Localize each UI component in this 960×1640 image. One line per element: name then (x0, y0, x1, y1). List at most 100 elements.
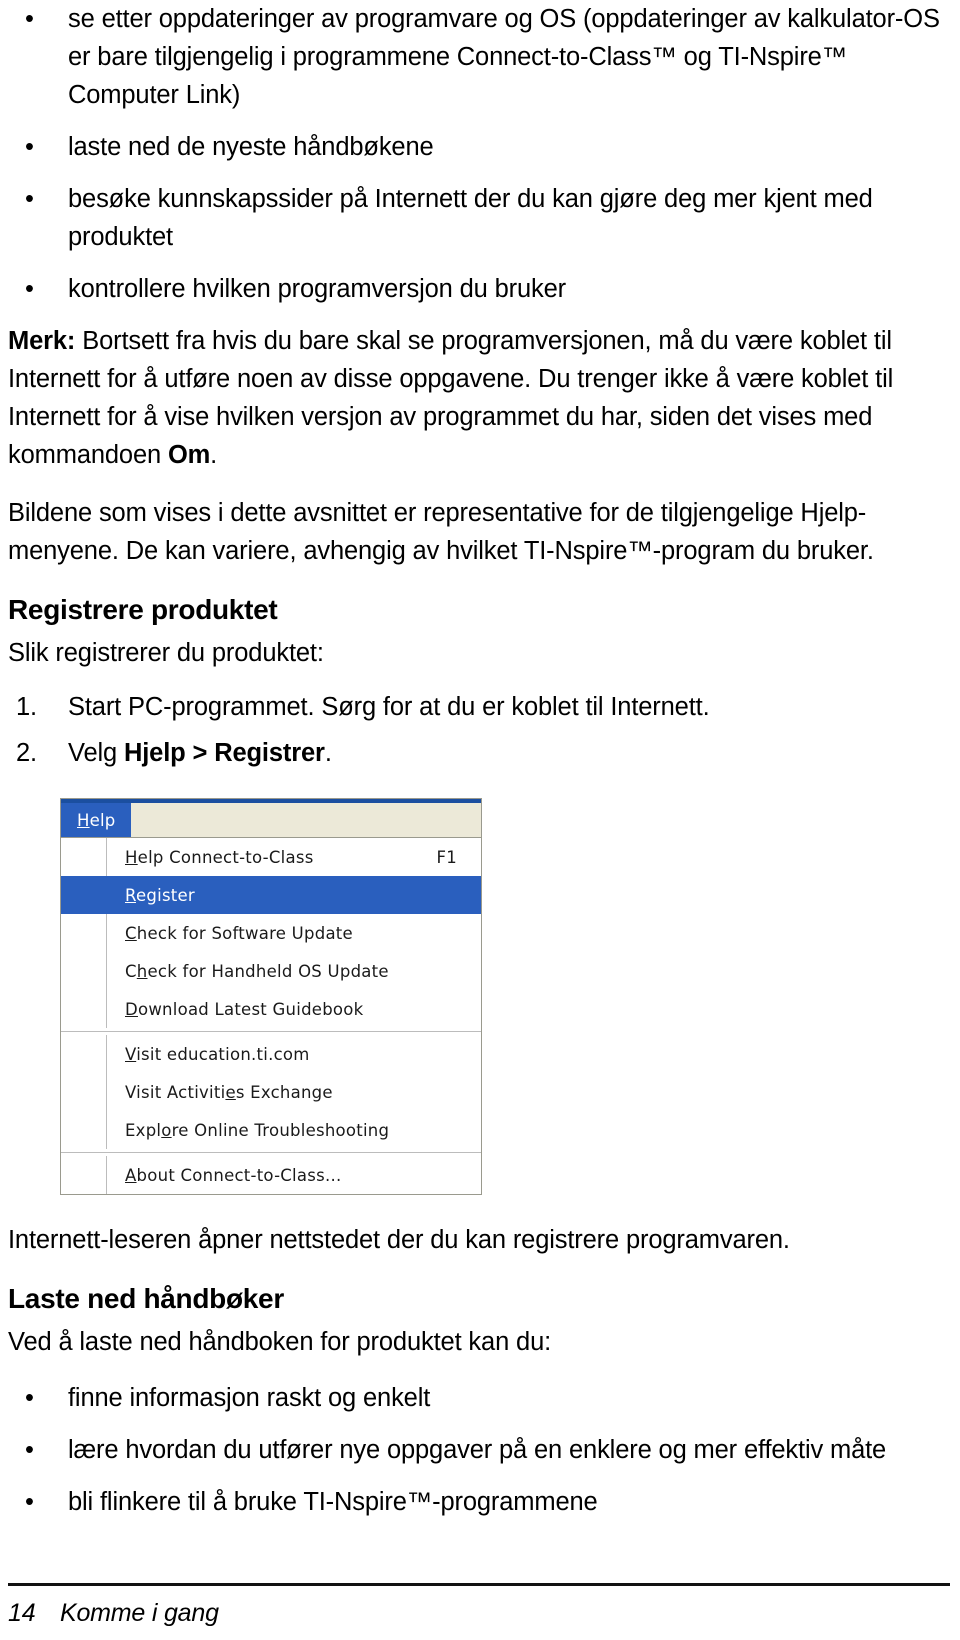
step-number: 1. (16, 693, 37, 721)
menu-icon-gutter (61, 1156, 107, 1194)
menu-bar: Help (61, 803, 481, 838)
menu-item-help-connect-to-class[interactable]: Help Connect-to-Class F1 (61, 838, 481, 876)
menu-mnemonic: R (125, 885, 136, 905)
step-menu-hjelp: Hjelp (123, 739, 186, 767)
menubar-help-mnemonic: H (77, 810, 90, 830)
bullet-dot: • (25, 185, 34, 213)
menu-item-register[interactable]: Register (61, 876, 481, 914)
menu-label-rest: elp Connect-to-Class (137, 847, 314, 867)
menu-mnemonic: H (125, 847, 138, 867)
help-dropdown-menu: Help Connect-to-Class F1 Register Check … (61, 838, 481, 1194)
list-item: 1. Start PC-programmet. Sørg for at du e… (8, 688, 950, 726)
menu-label-pre: Visit Activiti (125, 1082, 226, 1102)
step-text-prefix: Velg (68, 739, 124, 767)
menu-mnemonic: o (161, 1120, 172, 1140)
list-item: 2. Velg Hjelp > Registrer. (8, 734, 950, 772)
after-image-paragraph: Internett-leseren åpner nettstedet der d… (8, 1226, 790, 1254)
menu-label-rest: ownload Latest Guidebook (137, 999, 364, 1019)
bullet-dot: • (25, 1384, 34, 1412)
step-menu-registrer: Registrer (214, 739, 325, 767)
menu-label-rest: heck for Software Update (136, 923, 353, 943)
menu-item-download-latest-guidebook[interactable]: Download Latest Guidebook (61, 990, 481, 1028)
menu-item-label: Check for Software Update (107, 924, 457, 943)
note-command-om: Om (167, 441, 211, 469)
menu-item-label: Visit Activities Exchange (107, 1083, 457, 1102)
menu-item-check-for-handheld-os-update[interactable]: Check for Handheld OS Update (61, 952, 481, 990)
menu-item-label: Register (107, 886, 457, 905)
note-label: Merk: (8, 327, 76, 355)
step-number: 2. (16, 739, 37, 767)
menu-item-label: Help Connect-to-Class (107, 848, 437, 867)
menu-item-explore-online-troubleshooting[interactable]: Explore Online Troubleshooting (61, 1111, 481, 1149)
list-item: • besøke kunnskapssider på Internett der… (8, 180, 950, 256)
step-menu-separator: > (185, 739, 215, 767)
menu-separator (61, 1031, 481, 1032)
menu-separator (61, 1152, 481, 1153)
menu-item-label: About Connect-to-Class... (107, 1166, 457, 1185)
step-text: Start PC-programmet. Sørg for at du er k… (68, 693, 710, 721)
bullet-text: kontrollere hvilken programversjon du br… (68, 275, 566, 303)
section-heading-register: Registrere produktet (8, 594, 278, 625)
menu-item-label: Explore Online Troubleshooting (107, 1121, 457, 1140)
bullet-dot: • (25, 5, 34, 33)
footer-content: 14 Komme i gang (8, 1596, 950, 1630)
document-page: • se etter oppdateringer av programvare … (0, 0, 960, 1640)
page-number: 14 (8, 1599, 36, 1627)
note-text-after: . (210, 441, 218, 469)
menu-item-check-for-software-update[interactable]: Check for Software Update (61, 914, 481, 952)
list-item: • finne informasjon raskt og enkelt (8, 1379, 950, 1417)
list-item: • bli flinkere til å bruke TI-Nspire™-pr… (8, 1483, 950, 1521)
bullet-text: se etter oppdateringer av programvare og… (68, 5, 940, 109)
note-text-before: Bortsett fra hvis du bare skal se progra… (8, 327, 894, 469)
menu-label-rest: isit education.ti.com (136, 1044, 310, 1064)
guidebook-bullet-list: • finne informasjon raskt og enkelt • læ… (8, 1379, 950, 1521)
menu-label-rest: s Exchange (235, 1082, 333, 1102)
section-heading-guidebooks: Laste ned håndbøker (8, 1283, 284, 1314)
bullet-text: besøke kunnskapssider på Internett der d… (68, 185, 873, 251)
list-item: • se etter oppdateringer av programvare … (8, 0, 950, 114)
page-footer: 14 Komme i gang (8, 1583, 950, 1630)
guidebook-intro: Ved å laste ned håndboken for produktet … (8, 1328, 552, 1356)
menu-item-accelerator: F1 (436, 847, 457, 867)
menu-icon-gutter (61, 1073, 107, 1111)
bullet-text: bli flinkere til å bruke TI-Nspire™-prog… (68, 1488, 598, 1516)
menu-mnemonic: C (125, 923, 137, 943)
menu-item-label: Visit education.ti.com (107, 1045, 457, 1064)
bullet-dot: • (25, 275, 34, 303)
menu-icon-gutter (61, 1111, 107, 1149)
bullet-dot: • (25, 1436, 34, 1464)
menu-icon-gutter (61, 914, 107, 952)
bullet-text: finne informasjon raskt og enkelt (68, 1384, 431, 1412)
register-steps: 1. Start PC-programmet. Sørg for at du e… (8, 688, 950, 772)
bullet-text: laste ned de nyeste håndbøkene (68, 133, 434, 161)
menu-item-visit-education-ti-com[interactable]: Visit education.ti.com (61, 1035, 481, 1073)
menubar-help-label: elp (89, 810, 116, 830)
menu-label-pre: C (125, 961, 137, 981)
menu-icon-gutter (61, 838, 107, 876)
menu-mnemonic: h (136, 961, 148, 981)
footer-chapter-title: Komme i gang (60, 1599, 219, 1627)
menu-icon-gutter (61, 952, 107, 990)
menu-mnemonic: A (125, 1165, 137, 1185)
menu-icon-gutter (61, 990, 107, 1028)
list-item: • laste ned de nyeste håndbøkene (8, 128, 950, 166)
menu-icon-gutter (61, 1035, 107, 1073)
list-item: • lære hvordan du utfører nye oppgaver p… (8, 1431, 950, 1469)
menu-item-label: Check for Handheld OS Update (107, 962, 457, 981)
menu-item-about-connect-to-class[interactable]: About Connect-to-Class... (61, 1156, 481, 1194)
menu-icon-gutter (61, 876, 107, 914)
menu-label-rest: bout Connect-to-Class... (136, 1165, 342, 1185)
images-paragraph: Bildene som vises i dette avsnittet er r… (8, 499, 874, 565)
menu-label-rest: eck for Handheld OS Update (147, 961, 389, 981)
menu-item-label: Download Latest Guidebook (107, 1000, 457, 1019)
step-text-suffix: . (324, 739, 332, 767)
help-menu-screenshot: Help Help Connect-to-Class F1 Register C… (60, 798, 482, 1195)
bullet-dot: • (25, 133, 34, 161)
menu-label-rest: egister (135, 885, 195, 905)
register-intro: Slik registrerer du produktet: (8, 639, 324, 667)
list-item: • kontrollere hvilken programversjon du … (8, 270, 950, 308)
footer-divider (8, 1583, 950, 1586)
menubar-item-help[interactable]: Help (61, 803, 132, 837)
menu-label-rest: re Online Troubleshooting (171, 1120, 390, 1140)
menu-item-visit-activities-exchange[interactable]: Visit Activities Exchange (61, 1073, 481, 1111)
